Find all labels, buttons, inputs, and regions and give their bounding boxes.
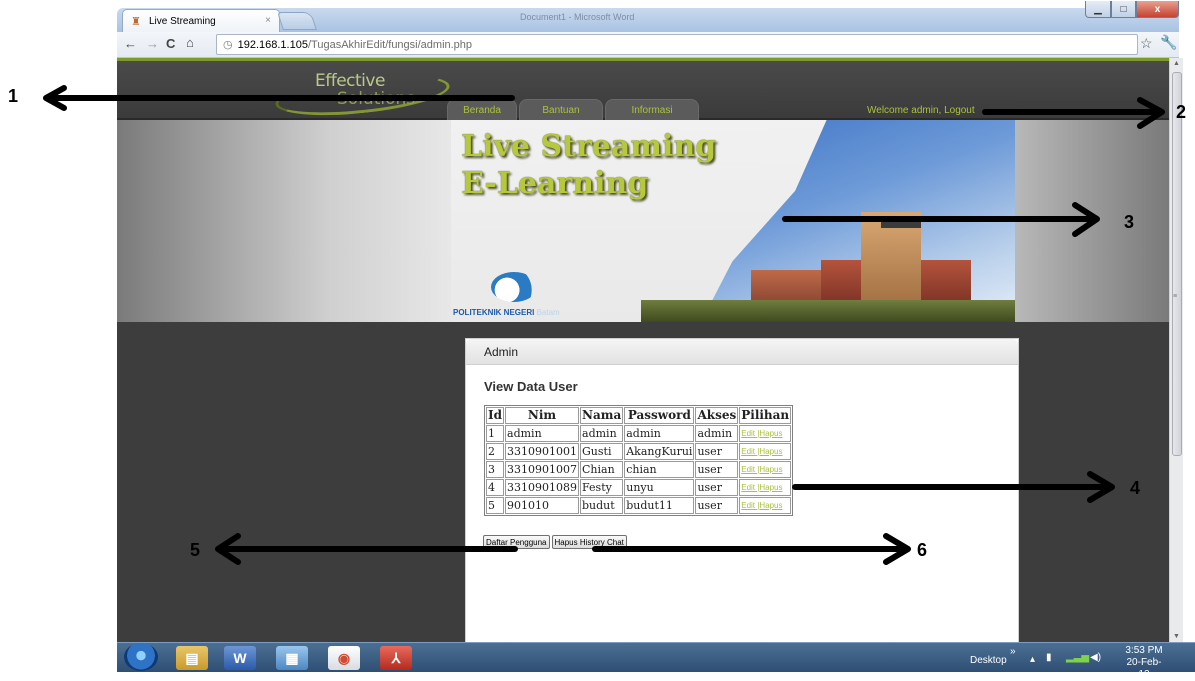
- annotation-number-4: 4: [1130, 478, 1141, 498]
- volume-icon[interactable]: ◀): [1090, 652, 1101, 663]
- chrome-icon[interactable]: ◉: [328, 646, 360, 670]
- annotation-number-1: 1: [8, 86, 19, 106]
- annotation-number-6: 6: [917, 540, 928, 560]
- acrobat-icon[interactable]: ⅄: [380, 646, 412, 670]
- screenshot-frame: ♜ Live Streaming × Document1 - Microsoft…: [0, 0, 1195, 680]
- annotation-number-3: 3: [1124, 212, 1135, 232]
- network-device-icon[interactable]: ▮: [1046, 652, 1052, 663]
- desktop-toolbar-label[interactable]: Desktop: [970, 655, 1007, 666]
- arrow-2: [982, 97, 1165, 129]
- explorer-icon[interactable]: ▤: [176, 646, 208, 670]
- toolbar-chevron-icon[interactable]: »: [1010, 646, 1016, 657]
- clock-time: 3:53 PM: [1125, 645, 1163, 656]
- arrow-5: [215, 533, 518, 565]
- tray-up-arrow-icon[interactable]: ▴: [1030, 654, 1035, 665]
- arrow-6: [592, 533, 911, 565]
- signal-icon[interactable]: ▂▃▅: [1066, 652, 1089, 663]
- annotation-arrows: [43, 85, 1165, 565]
- tray-clock[interactable]: 3:53 PM 20-Feb-12: [1122, 645, 1166, 681]
- annotation-number-5: 5: [190, 540, 201, 560]
- arrow-3: [782, 202, 1100, 237]
- control-panel-icon[interactable]: ▦: [276, 646, 308, 670]
- arrow-1: [43, 85, 515, 111]
- arrow-4: [792, 471, 1115, 503]
- annotation-number-2: 2: [1176, 102, 1187, 122]
- start-button-icon[interactable]: [124, 643, 158, 671]
- word-icon[interactable]: W: [224, 646, 256, 670]
- clock-date: 20-Feb-12: [1126, 657, 1162, 680]
